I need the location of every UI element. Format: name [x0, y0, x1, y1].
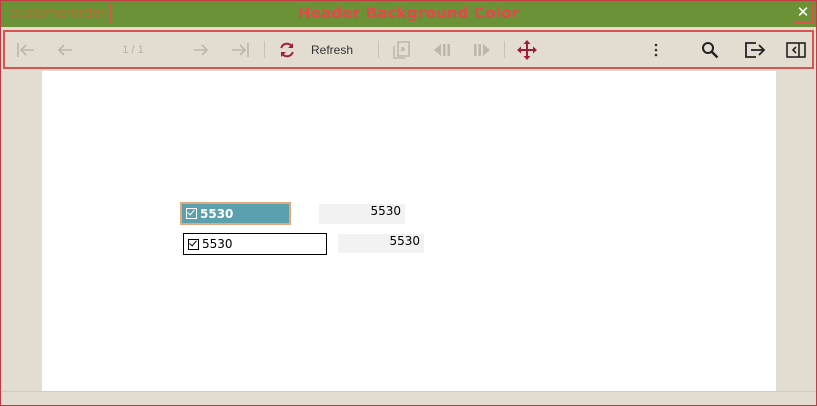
refresh-icon: [280, 42, 294, 57]
pan-button[interactable]: [512, 32, 542, 67]
refresh-label[interactable]: Refresh: [305, 32, 359, 67]
export-icon: [745, 41, 766, 58]
horizontal-scrollbar[interactable]: [1, 391, 816, 405]
next-page-button[interactable]: [186, 32, 216, 67]
more-options-button[interactable]: [643, 32, 669, 67]
next-page-icon: [194, 43, 209, 56]
report-viewer-area[interactable]: 5530 5530 5530 5530: [1, 69, 816, 391]
first-page-icon: [17, 42, 34, 57]
previous-step-button[interactable]: [427, 32, 457, 67]
previous-step-icon: [434, 43, 450, 56]
parent-report-icon: [393, 40, 410, 59]
toolbar-separator: [378, 41, 379, 58]
first-page-button[interactable]: [11, 32, 41, 67]
checked-checkbox-icon: [186, 208, 197, 219]
close-button[interactable]: ✕: [793, 3, 813, 23]
report-page: 5530 5530 5530 5530: [42, 71, 776, 391]
checkbox-item[interactable]: 5530: [180, 202, 291, 225]
previous-page-icon: [57, 43, 72, 56]
toolbar-separator: [264, 41, 265, 58]
page-indicator[interactable]: 1 / 1: [105, 32, 161, 67]
toolbar-separator: [504, 41, 505, 58]
textbox-item: 5530: [319, 204, 405, 224]
export-button[interactable]: [740, 32, 770, 67]
checkbox-label: 5530: [200, 206, 234, 221]
header-title: Header Background Color: [297, 4, 520, 22]
checkbox-label: 5530: [202, 237, 233, 251]
search-icon: [702, 41, 719, 58]
checked-checkbox-icon: [188, 238, 199, 250]
next-step-button[interactable]: [467, 32, 497, 67]
last-page-button[interactable]: [225, 32, 255, 67]
textbox-item: 5530: [338, 234, 424, 253]
sidebar-icon: [786, 41, 806, 58]
sidebar-toggle-button[interactable]: [782, 32, 810, 67]
toolbar: 1 / 1 Refresh: [3, 30, 814, 69]
search-button[interactable]: [695, 32, 725, 67]
header-bar: customerorder Header Background Color ✕: [1, 1, 816, 27]
next-step-icon: [474, 43, 490, 56]
refresh-button[interactable]: [273, 32, 301, 67]
checkbox-item[interactable]: 5530: [183, 233, 327, 255]
more-icon: [654, 43, 658, 56]
previous-page-button[interactable]: [50, 32, 80, 67]
last-page-icon: [232, 42, 249, 57]
report-viewer-window: customerorder Header Background Color ✕ …: [0, 0, 817, 406]
parent-report-button[interactable]: [387, 32, 417, 67]
pan-icon: [517, 39, 537, 60]
